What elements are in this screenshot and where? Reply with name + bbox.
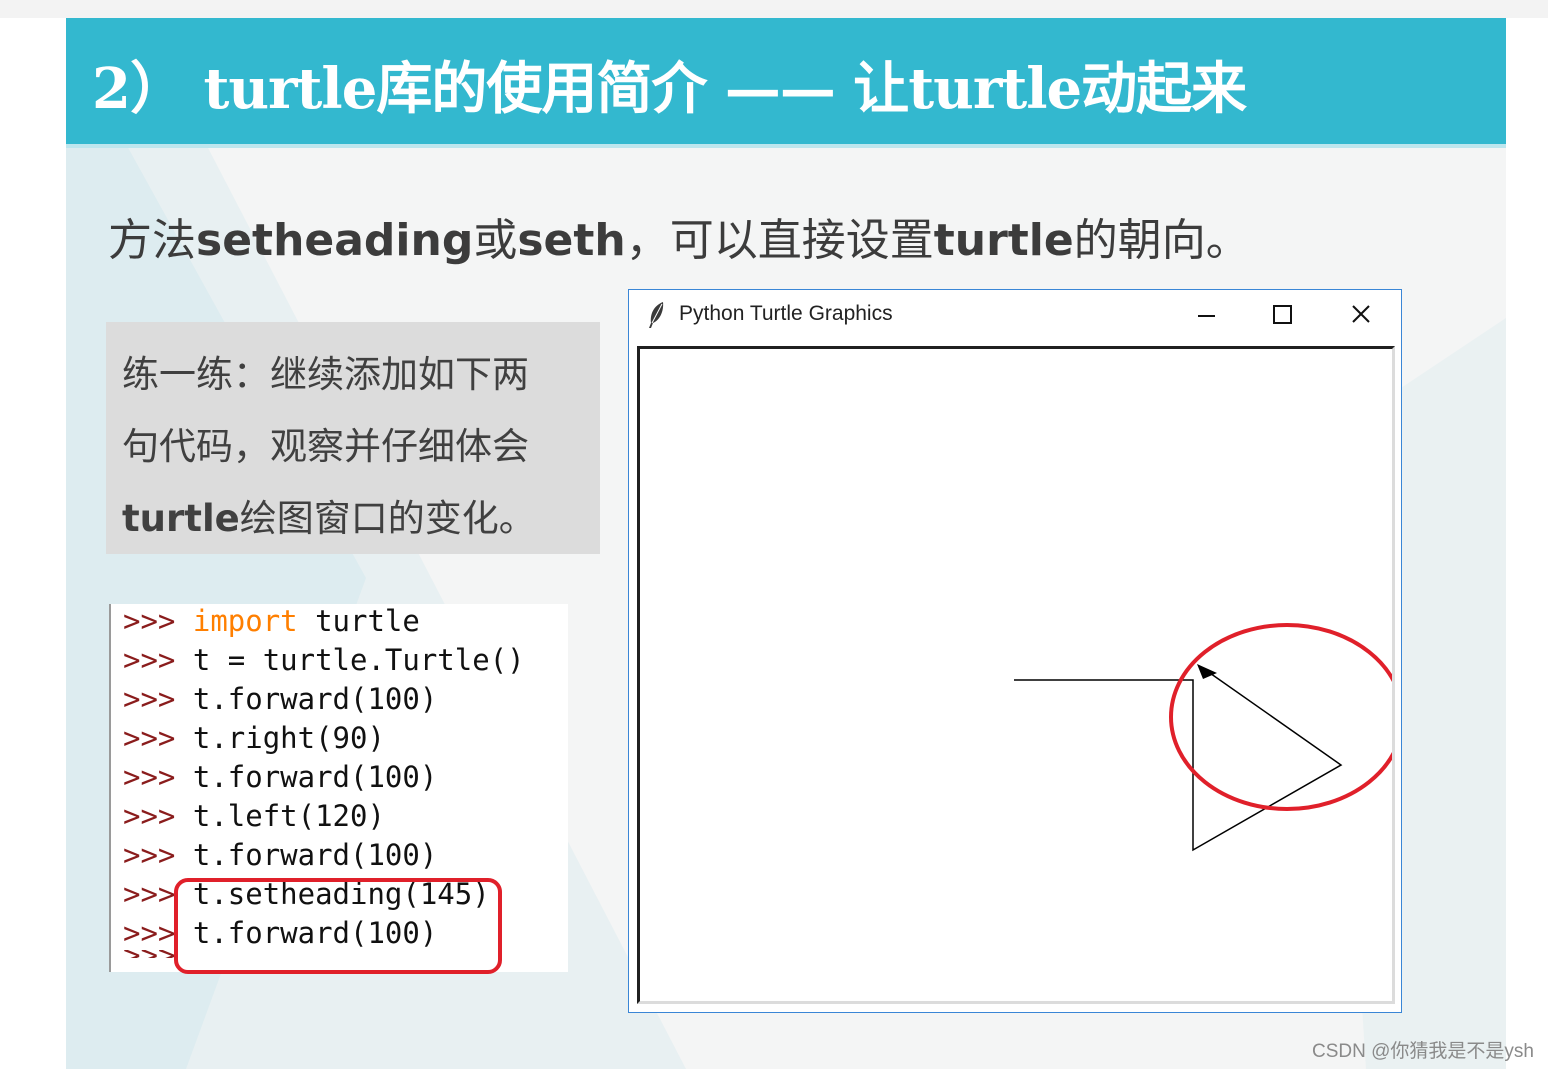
code-line: >>> t.forward(100) <box>123 838 437 872</box>
slide: 2） turtle库的使用简介 —— 让turtle动起来 方法setheadi… <box>66 18 1506 1069</box>
code-text: t.forward(100) <box>192 760 438 794</box>
code-text: t.forward(100) <box>192 682 438 716</box>
code-line: >>> t.forward(100) <box>123 760 437 794</box>
subtitle-prefix: 方法 <box>108 215 196 266</box>
maximize-icon[interactable] <box>1247 290 1317 340</box>
code-line: >>> t.forward(100) <box>123 682 437 716</box>
code-prompt: >>> <box>123 877 176 911</box>
code-keyword: import <box>192 604 298 638</box>
exercise-line-3-rest: 绘图窗口的变化。 <box>239 497 536 540</box>
exercise-line-3: turtle绘图窗口的变化。 <box>122 488 536 542</box>
code-text: t.left(120) <box>192 799 385 833</box>
subtitle-middle: ，可以直接设置 <box>625 215 934 266</box>
subtitle-or: 或 <box>473 215 518 266</box>
code-prompt: >>> <box>123 760 176 794</box>
code-text: turtle <box>297 604 420 638</box>
highlight-ellipse <box>1169 623 1392 811</box>
subtitle-end: 的朝向。 <box>1073 215 1250 266</box>
window-title: Python Turtle Graphics <box>679 302 893 325</box>
code-line: >>> t.left(120) <box>123 799 385 833</box>
feather-icon <box>649 302 664 328</box>
exercise-box: 练一练：继续添加如下两 句代码，观察并仔细体会 turtle绘图窗口的变化。 <box>106 322 600 554</box>
code-text: t.right(90) <box>192 721 385 755</box>
subtitle-method-setheading: setheading <box>196 215 474 266</box>
minimize-icon[interactable] <box>1171 290 1241 340</box>
code-prompt: >>> <box>123 838 176 872</box>
exercise-line-1: 练一练：继续添加如下两 <box>122 353 529 396</box>
code-prompt: >>> <box>123 682 176 716</box>
watermark: CSDN @你猜我是不是ysh <box>1312 1041 1534 1062</box>
code-highlight-box <box>174 878 502 974</box>
code-line: >>> t.right(90) <box>123 721 385 755</box>
header-bar: 2） turtle库的使用简介 —— 让turtle动起来 <box>66 18 1506 144</box>
code-prompt: >>> <box>123 916 176 950</box>
exercise-line-2: 句代码，观察并仔细体会 <box>122 425 529 468</box>
code-prompt: >>> <box>123 950 175 958</box>
code-text: t = turtle.Turtle() <box>192 643 525 677</box>
window-titlebar[interactable]: Python Turtle Graphics <box>629 290 1401 340</box>
slide-subtitle: 方法setheading或seth，可以直接设置turtle的朝向。 <box>108 204 1250 268</box>
subtitle-turtle: turtle <box>933 215 1074 266</box>
close-icon[interactable] <box>1325 290 1395 340</box>
code-prompt: >>> <box>123 643 176 677</box>
code-line: >>> t = turtle.Turtle() <box>123 643 525 677</box>
exercise-turtle-word: turtle <box>122 497 240 540</box>
code-prompt: >>> <box>123 721 176 755</box>
code-line: >>> import turtle <box>123 604 420 638</box>
turtle-canvas[interactable] <box>637 346 1395 1004</box>
header-divider <box>66 144 1506 148</box>
turtle-path <box>1014 670 1343 852</box>
turtle-drawing <box>1014 623 1392 852</box>
slide-title: 2） turtle库的使用简介 —— 让turtle动起来 <box>92 56 1247 122</box>
turtle-window: Python Turtle Graphics <box>628 289 1402 1013</box>
code-prompt: >>> <box>123 799 176 833</box>
code-prompt: >>> <box>123 604 176 638</box>
code-text: t.forward(100) <box>192 838 438 872</box>
top-strip <box>0 0 1548 18</box>
subtitle-method-seth: seth <box>517 215 626 266</box>
